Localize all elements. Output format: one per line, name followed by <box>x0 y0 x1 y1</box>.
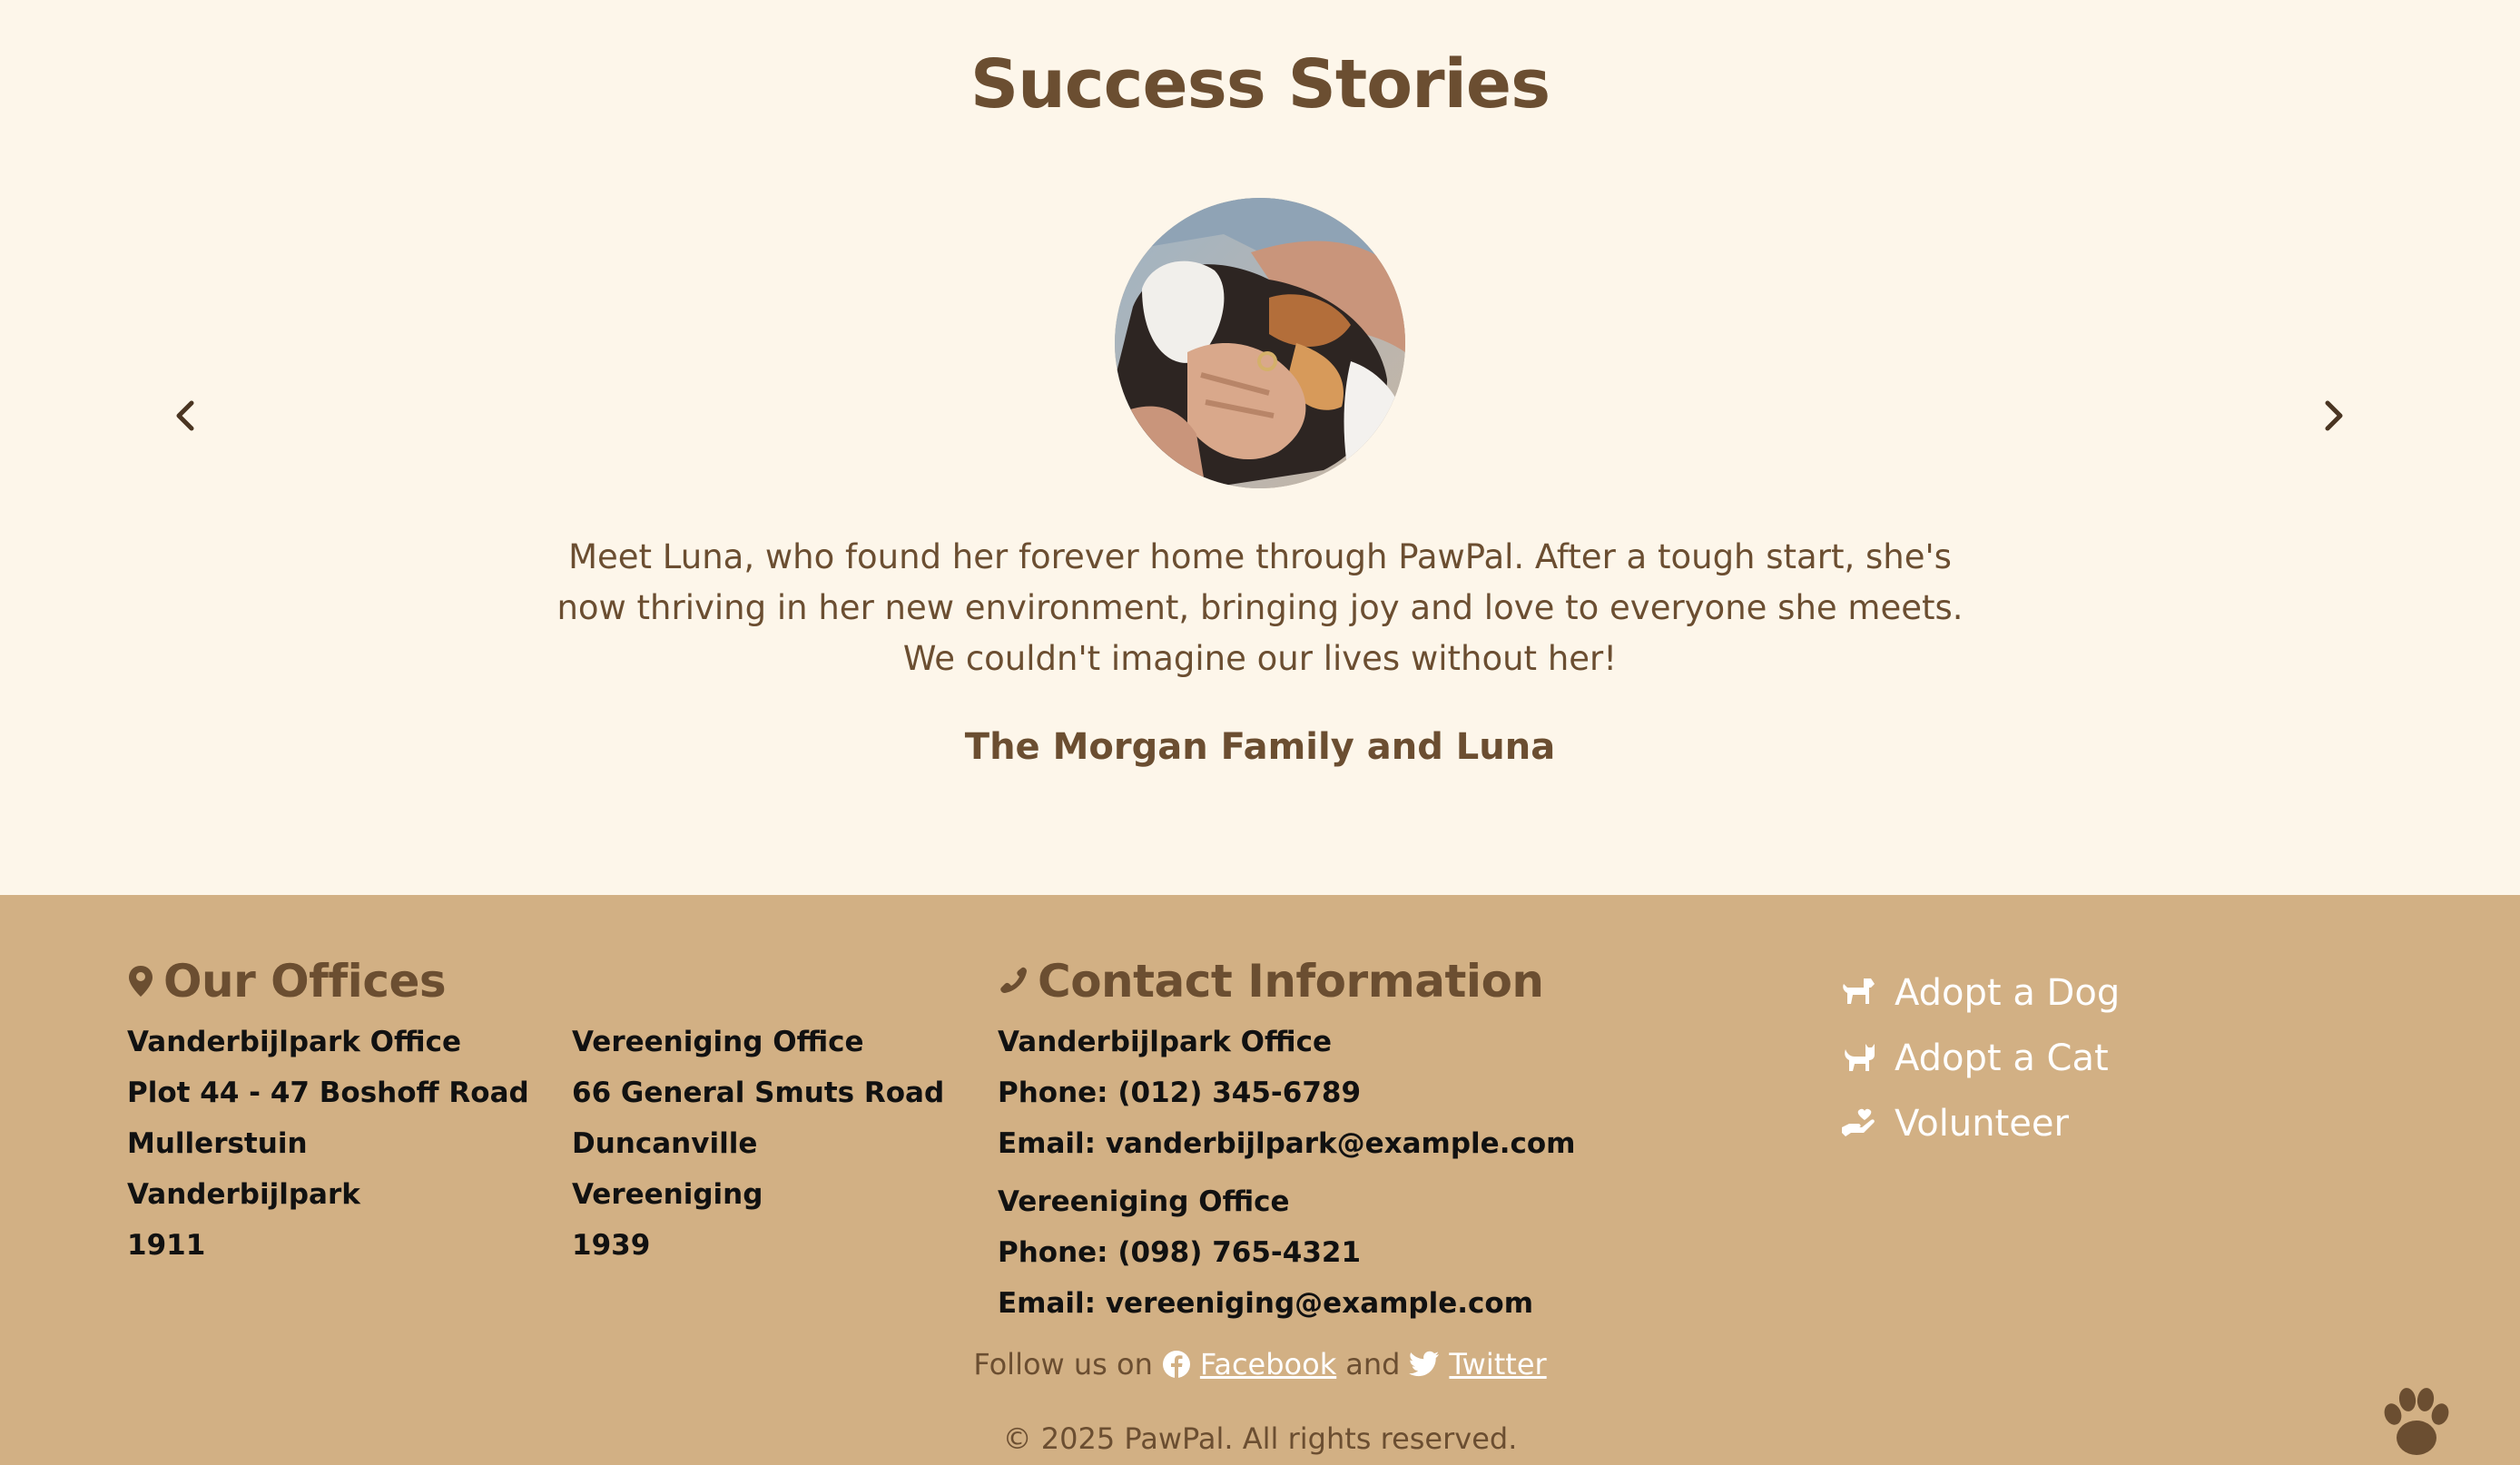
cat-with-owner-photo <box>1115 198 1405 488</box>
carousel-next-button[interactable] <box>2297 379 2369 452</box>
office-postcode: 1911 <box>127 1229 206 1262</box>
office-city: Vereeniging <box>572 1178 763 1211</box>
contact-email: Email: vanderbijlpark@example.com <box>998 1127 1576 1160</box>
office-name: Vereeniging Office <box>572 1026 864 1058</box>
phone-icon <box>1000 967 1027 993</box>
office-street: 66 General Smuts Road <box>572 1077 945 1109</box>
adopt-cat-link[interactable]: Adopt a Cat <box>1840 1026 2120 1091</box>
contact-office-name: Vereeniging Office <box>998 1185 1290 1218</box>
office-postcode: 1939 <box>572 1229 651 1262</box>
twitter-link[interactable]: Twitter <box>1449 1347 1546 1381</box>
offices-heading: Our Offices <box>127 955 447 1008</box>
follow-conjunction: and <box>1345 1347 1401 1381</box>
story-author: The Morgan Family and Luna <box>964 726 1556 768</box>
contact-vanderbijlpark: Vanderbijlpark Office Phone: (012) 345-6… <box>998 1017 1575 1169</box>
contact-title: Contact Information <box>1038 955 1544 1008</box>
contact-office-name: Vanderbijlpark Office <box>998 1026 1332 1058</box>
office-vanderbijlpark: Vanderbijlpark Office Plot 44 - 47 Bosho… <box>127 1017 529 1271</box>
chevron-right-icon <box>2325 400 2343 431</box>
volunteer-link[interactable]: Volunteer <box>1840 1091 2120 1156</box>
office-vereeniging: Vereeniging Office 66 General Smuts Road… <box>572 1017 944 1271</box>
story-text: Meet Luna, who found her forever home th… <box>556 537 1964 678</box>
carousel-prev-button[interactable] <box>150 379 222 452</box>
contact-phone: Phone: (012) 345-6789 <box>998 1077 1362 1109</box>
paw-button[interactable] <box>2371 1374 2462 1465</box>
section-title: Success Stories <box>970 45 1550 123</box>
contact-heading: Contact Information <box>998 955 1544 1008</box>
success-stories-section: Success Stories Meet Luna, who found her… <box>0 0 2520 895</box>
office-city: Vanderbijlpark <box>127 1178 360 1211</box>
office-suburb: Duncanville <box>572 1127 758 1160</box>
offices-title: Our Offices <box>163 955 447 1008</box>
map-pin-icon <box>129 966 153 997</box>
follow-us: Follow us on Facebook and Twitter <box>0 1347 2520 1381</box>
paw-icon <box>2384 1388 2449 1455</box>
office-street: Plot 44 - 47 Boshoff Road <box>127 1077 529 1109</box>
volunteer-label: Volunteer <box>1895 1103 2069 1145</box>
twitter-icon <box>1409 1351 1440 1378</box>
contact-email: Email: vereeniging@example.com <box>998 1287 1534 1320</box>
chevron-left-icon <box>176 400 194 431</box>
facebook-link[interactable]: Facebook <box>1200 1347 1336 1381</box>
office-name: Vanderbijlpark Office <box>127 1026 461 1058</box>
helping-hand-icon <box>1842 1108 1875 1136</box>
copyright: © 2025 PawPal. All rights reserved. <box>1002 1421 1518 1456</box>
adopt-dog-label: Adopt a Dog <box>1895 972 2121 1014</box>
quick-links: Adopt a Dog Adopt a Cat Volunteer <box>1840 960 2120 1156</box>
contact-vereeniging: Vereeniging Office Phone: (098) 765-4321… <box>998 1176 1533 1329</box>
facebook-icon <box>1162 1350 1191 1379</box>
adopt-dog-link[interactable]: Adopt a Dog <box>1840 960 2120 1026</box>
adopt-cat-label: Adopt a Cat <box>1895 1037 2109 1079</box>
follow-prefix: Follow us on <box>973 1347 1153 1381</box>
office-suburb: Mullerstuin <box>127 1127 308 1160</box>
dog-icon <box>1843 978 1875 1004</box>
cat-icon <box>1845 1044 1875 1071</box>
contact-phone: Phone: (098) 765-4321 <box>998 1236 1362 1269</box>
story-photo <box>1115 198 1405 488</box>
